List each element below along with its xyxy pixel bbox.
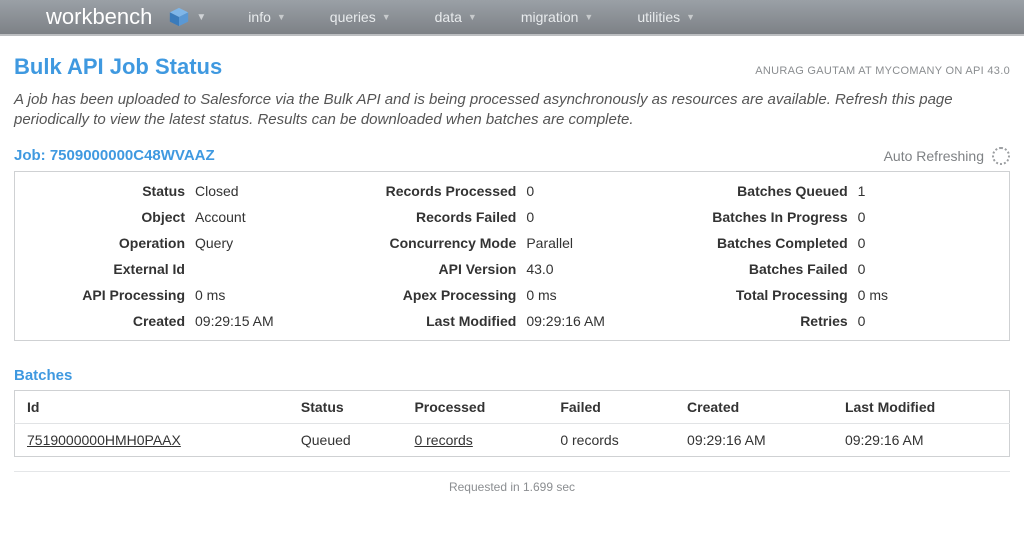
nav-items: info▼ queries▼ data▼ migration▼ utilitie…: [248, 9, 695, 25]
nav-queries[interactable]: queries▼: [330, 9, 391, 25]
val-retries: 0: [858, 313, 866, 329]
val-status: Closed: [195, 183, 239, 199]
job-id-label: Job: 7509000000C48WVAAZ: [14, 147, 215, 164]
val-batches-failed: 0: [858, 261, 866, 277]
lbl-records-failed: Records Failed: [356, 209, 526, 225]
val-records-failed: 0: [526, 209, 534, 225]
lbl-concurrency: Concurrency Mode: [356, 235, 526, 251]
brand-label: workbench: [46, 4, 152, 30]
spinner-icon: [992, 147, 1010, 165]
val-total-processing: 0 ms: [858, 287, 888, 303]
lbl-created: Created: [25, 313, 195, 329]
lbl-api-processing: API Processing: [25, 287, 195, 303]
val-batches-queued: 1: [858, 183, 866, 199]
lbl-batches-in-progress: Batches In Progress: [688, 209, 858, 225]
footer-timing: Requested in 1.699 sec: [14, 471, 1010, 494]
batch-status: Queued: [289, 423, 403, 456]
lbl-records-processed: Records Processed: [356, 183, 526, 199]
lbl-object: Object: [25, 209, 195, 225]
auto-refresh-status: Auto Refreshing: [884, 147, 1010, 165]
lbl-last-modified: Last Modified: [356, 313, 526, 329]
nav-migration[interactable]: migration▼: [521, 9, 594, 25]
lbl-apex-processing: Apex Processing: [356, 287, 526, 303]
th-id: Id: [15, 390, 289, 423]
th-processed: Processed: [402, 390, 548, 423]
batches-heading: Batches: [14, 367, 1010, 384]
val-created: 09:29:15 AM: [195, 313, 274, 329]
page-title: Bulk API Job Status: [14, 54, 222, 80]
val-concurrency: Parallel: [526, 235, 573, 251]
lbl-status: Status: [25, 183, 195, 199]
val-batches-in-progress: 0: [858, 209, 866, 225]
th-created: Created: [675, 390, 833, 423]
nav-info[interactable]: info▼: [248, 9, 286, 25]
val-batches-completed: 0: [858, 235, 866, 251]
batch-last-modified: 09:29:16 AM: [833, 423, 1010, 456]
batch-failed: 0 records: [548, 423, 675, 456]
chevron-down-icon: ▼: [686, 12, 695, 22]
val-apex-processing: 0 ms: [526, 287, 556, 303]
lbl-api-version: API Version: [356, 261, 526, 277]
lbl-batches-queued: Batches Queued: [688, 183, 858, 199]
context-subtitle: ANURAG GAUTAM AT MYCOMANY ON API 43.0: [755, 65, 1010, 77]
table-row: 7519000000HMH0PAAX Queued 0 records 0 re…: [15, 423, 1010, 456]
page-description: A job has been uploaded to Salesforce vi…: [14, 90, 1010, 131]
th-status: Status: [289, 390, 403, 423]
lbl-batches-failed: Batches Failed: [688, 261, 858, 277]
val-api-version: 43.0: [526, 261, 553, 277]
val-api-processing: 0 ms: [195, 287, 225, 303]
lbl-batches-completed: Batches Completed: [688, 235, 858, 251]
batch-processed-link[interactable]: 0 records: [414, 432, 472, 448]
chevron-down-icon: ▼: [277, 12, 286, 22]
batch-id-link[interactable]: 7519000000HMH0PAAX: [27, 432, 181, 448]
lbl-retries: Retries: [688, 313, 858, 329]
lbl-external-id: External Id: [25, 261, 195, 277]
top-navbar: workbench ▼ info▼ queries▼ data▼ migrati…: [0, 0, 1024, 36]
th-failed: Failed: [548, 390, 675, 423]
nav-data[interactable]: data▼: [435, 9, 477, 25]
chevron-down-icon: ▼: [468, 12, 477, 22]
lbl-operation: Operation: [25, 235, 195, 251]
nav-utilities[interactable]: utilities▼: [637, 9, 695, 25]
batches-header-row: Id Status Processed Failed Created Last …: [15, 390, 1010, 423]
batches-table: Id Status Processed Failed Created Last …: [14, 390, 1010, 457]
val-object: Account: [195, 209, 246, 225]
chevron-down-icon: ▼: [584, 12, 593, 22]
brand-caret-icon[interactable]: ▼: [196, 12, 206, 23]
cube-icon: [168, 6, 190, 28]
val-last-modified: 09:29:16 AM: [526, 313, 605, 329]
batch-created: 09:29:16 AM: [675, 423, 833, 456]
chevron-down-icon: ▼: [382, 12, 391, 22]
th-last-modified: Last Modified: [833, 390, 1010, 423]
lbl-total-processing: Total Processing: [688, 287, 858, 303]
val-records-processed: 0: [526, 183, 534, 199]
job-details-grid: StatusClosed Records Processed0 Batches …: [14, 171, 1010, 341]
val-operation: Query: [195, 235, 233, 251]
